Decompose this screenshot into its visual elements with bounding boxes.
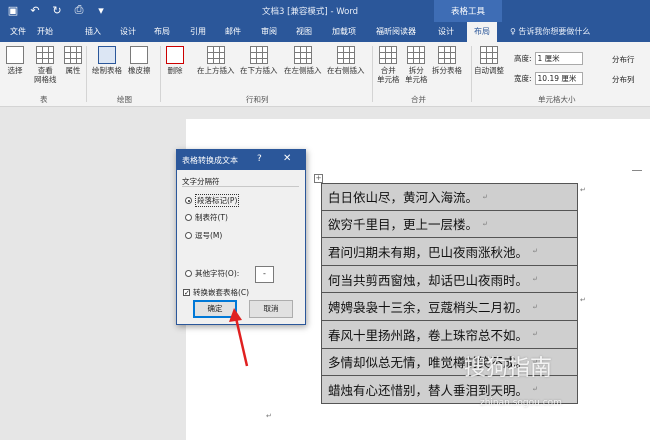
table-row[interactable]: 娉娉袅袅十三余，豆蔻梢头二月初。 ↵ <box>321 293 578 321</box>
nested-tables-checkbox[interactable]: ✓ 转换嵌套表格(C) <box>183 287 249 298</box>
watermark-url: zhinan.sogou.com <box>480 398 562 408</box>
tab-table-layout[interactable]: 布局 <box>467 22 497 42</box>
tab-review[interactable]: 审阅 <box>261 26 277 37</box>
view-gridlines-button[interactable]: 查看 网格线 <box>34 46 57 84</box>
tab-references[interactable]: 引用 <box>190 26 206 37</box>
insert-below-button[interactable]: 在下方插入 <box>240 46 278 75</box>
paragraph-mark: ↵ <box>266 412 272 420</box>
tab-home[interactable]: 开始 <box>37 26 53 37</box>
tab-table-design[interactable]: 设计 <box>438 26 454 37</box>
checkmark-icon: ✓ <box>183 289 190 297</box>
tab-file[interactable]: 文件 <box>10 26 26 37</box>
table-move-handle[interactable]: + <box>314 174 323 183</box>
ribbon: 选择 查看 网格线 属性 表 绘制表格 橡皮擦 绘图 删除 在上方插入 在下方插… <box>0 42 650 107</box>
group-rows-cols-label: 行和列 <box>246 95 269 104</box>
row-height-control: 高度: 1 厘米 <box>514 52 583 65</box>
delete-button[interactable]: 删除 <box>166 46 184 75</box>
group-cell-size-label: 单元格大小 <box>538 95 576 104</box>
table-row[interactable]: 春风十里扬州路，卷上珠帘总不如。 ↵ <box>321 320 578 349</box>
quick-access-toolbar: ▣ ↶ ↻ ⎙ ▾ <box>6 3 108 17</box>
merge-cells-icon <box>379 46 398 64</box>
dialog-title-bar[interactable]: 表格转换成文本 ? ✕ <box>177 150 305 170</box>
split-table-icon <box>438 46 456 64</box>
table-row[interactable]: 欲穷千里目，更上一层楼。 ↵ <box>321 210 578 239</box>
eraser-icon <box>130 46 149 64</box>
distribute-rows-button[interactable]: 分布行 <box>612 54 635 65</box>
undo-icon[interactable]: ↶ <box>28 3 42 17</box>
table-tools-group: 表格工具 <box>434 0 502 22</box>
cursor-icon <box>6 46 24 64</box>
insert-right-button[interactable]: 在右侧插入 <box>327 46 365 75</box>
autofit-button[interactable]: 自动调整 <box>474 46 504 75</box>
autofit-icon <box>480 46 498 64</box>
document-title: 文档3 [兼容模式] - Word <box>262 7 359 17</box>
insert-above-button[interactable]: 在上方插入 <box>197 46 235 75</box>
properties-button[interactable]: 属性 <box>64 46 82 75</box>
gridlines-icon <box>36 46 55 64</box>
pencil-icon <box>98 46 116 64</box>
annotation-arrow <box>229 308 249 367</box>
print-preview-icon[interactable]: ⎙ <box>72 3 86 17</box>
ribbon-tabs: 文件 开始 插入 设计 布局 引用 邮件 审阅 视图 加载项 福昕阅读器 设计 … <box>0 22 650 42</box>
table-row[interactable]: 君问归期未有期，巴山夜雨涨秋池。 ↵ <box>321 238 578 266</box>
table-to-text-dialog: 表格转换成文本 ? ✕ 文字分隔符 段落标记(P) 制表符(T) 逗号(M) 其… <box>176 149 306 325</box>
delete-table-icon <box>166 46 184 64</box>
row-end-mark: ↵ <box>580 186 586 194</box>
dialog-title: 表格转换成文本 <box>182 156 238 165</box>
merge-cells-button[interactable]: 合并 单元格 <box>377 46 400 84</box>
group-merge-label: 合并 <box>411 95 426 104</box>
table-row[interactable]: 白日依山尽，黄河入海流。 ↵ <box>321 183 578 211</box>
customize-qat-icon[interactable]: ▾ <box>94 3 108 17</box>
radio-selected-icon <box>185 197 192 204</box>
radio-tab[interactable]: 制表符(T) <box>185 212 228 223</box>
insert-right-icon <box>336 46 355 64</box>
tab-view[interactable]: 视图 <box>296 26 312 37</box>
eraser-button[interactable]: 橡皮擦 <box>128 46 151 75</box>
column-width-input[interactable]: 10.19 厘米 <box>534 72 583 85</box>
other-char-input[interactable]: - <box>255 266 274 283</box>
draw-table-button[interactable]: 绘制表格 <box>92 46 122 75</box>
split-cells-button[interactable]: 拆分 单元格 <box>405 46 428 84</box>
redo-icon[interactable]: ↻ <box>50 3 64 17</box>
margin-corner-mark <box>632 170 642 171</box>
radio-paragraph-mark[interactable]: 段落标记(P) <box>185 194 240 207</box>
table-row[interactable]: 何当共剪西窗烛，却话巴山夜雨时。 ↵ <box>321 265 578 294</box>
tab-insert[interactable]: 插入 <box>85 26 101 37</box>
watermark-text: 搜狗指南 <box>464 356 553 381</box>
insert-left-icon <box>293 46 312 64</box>
tell-me-search[interactable]: ♀ 告诉我你想要做什么 <box>510 26 590 37</box>
row-height-input[interactable]: 1 厘米 <box>534 52 583 65</box>
column-width-control: 宽度: 10.19 厘米 <box>514 72 583 85</box>
split-table-button[interactable]: 拆分表格 <box>432 46 462 75</box>
radio-other-char[interactable]: 其他字符(O): <box>185 268 239 279</box>
split-cells-icon <box>407 46 426 64</box>
insert-left-button[interactable]: 在左侧插入 <box>284 46 322 75</box>
title-bar: ▣ ↶ ↻ ⎙ ▾ 文档3 [兼容模式] - Word 表格工具 <box>0 0 650 22</box>
save-icon[interactable]: ▣ <box>6 3 20 17</box>
tab-layout[interactable]: 布局 <box>154 26 170 37</box>
select-button[interactable]: 选择 <box>6 46 24 75</box>
help-icon[interactable]: ? <box>257 154 262 164</box>
row-end-mark: ↵ <box>580 296 586 304</box>
close-icon[interactable]: ✕ <box>283 153 291 164</box>
group-table-label: 表 <box>40 95 48 104</box>
insert-above-icon <box>206 46 225 64</box>
properties-icon <box>64 46 82 64</box>
tab-foxit[interactable]: 福昕阅读器 <box>376 26 416 37</box>
insert-below-icon <box>249 46 268 64</box>
tab-addins[interactable]: 加载项 <box>332 26 356 37</box>
tab-design[interactable]: 设计 <box>120 26 136 37</box>
group-draw-label: 绘图 <box>117 95 132 104</box>
tab-mailings[interactable]: 邮件 <box>225 26 241 37</box>
radio-comma[interactable]: 逗号(M) <box>185 230 222 241</box>
distribute-columns-button[interactable]: 分布列 <box>612 74 635 85</box>
